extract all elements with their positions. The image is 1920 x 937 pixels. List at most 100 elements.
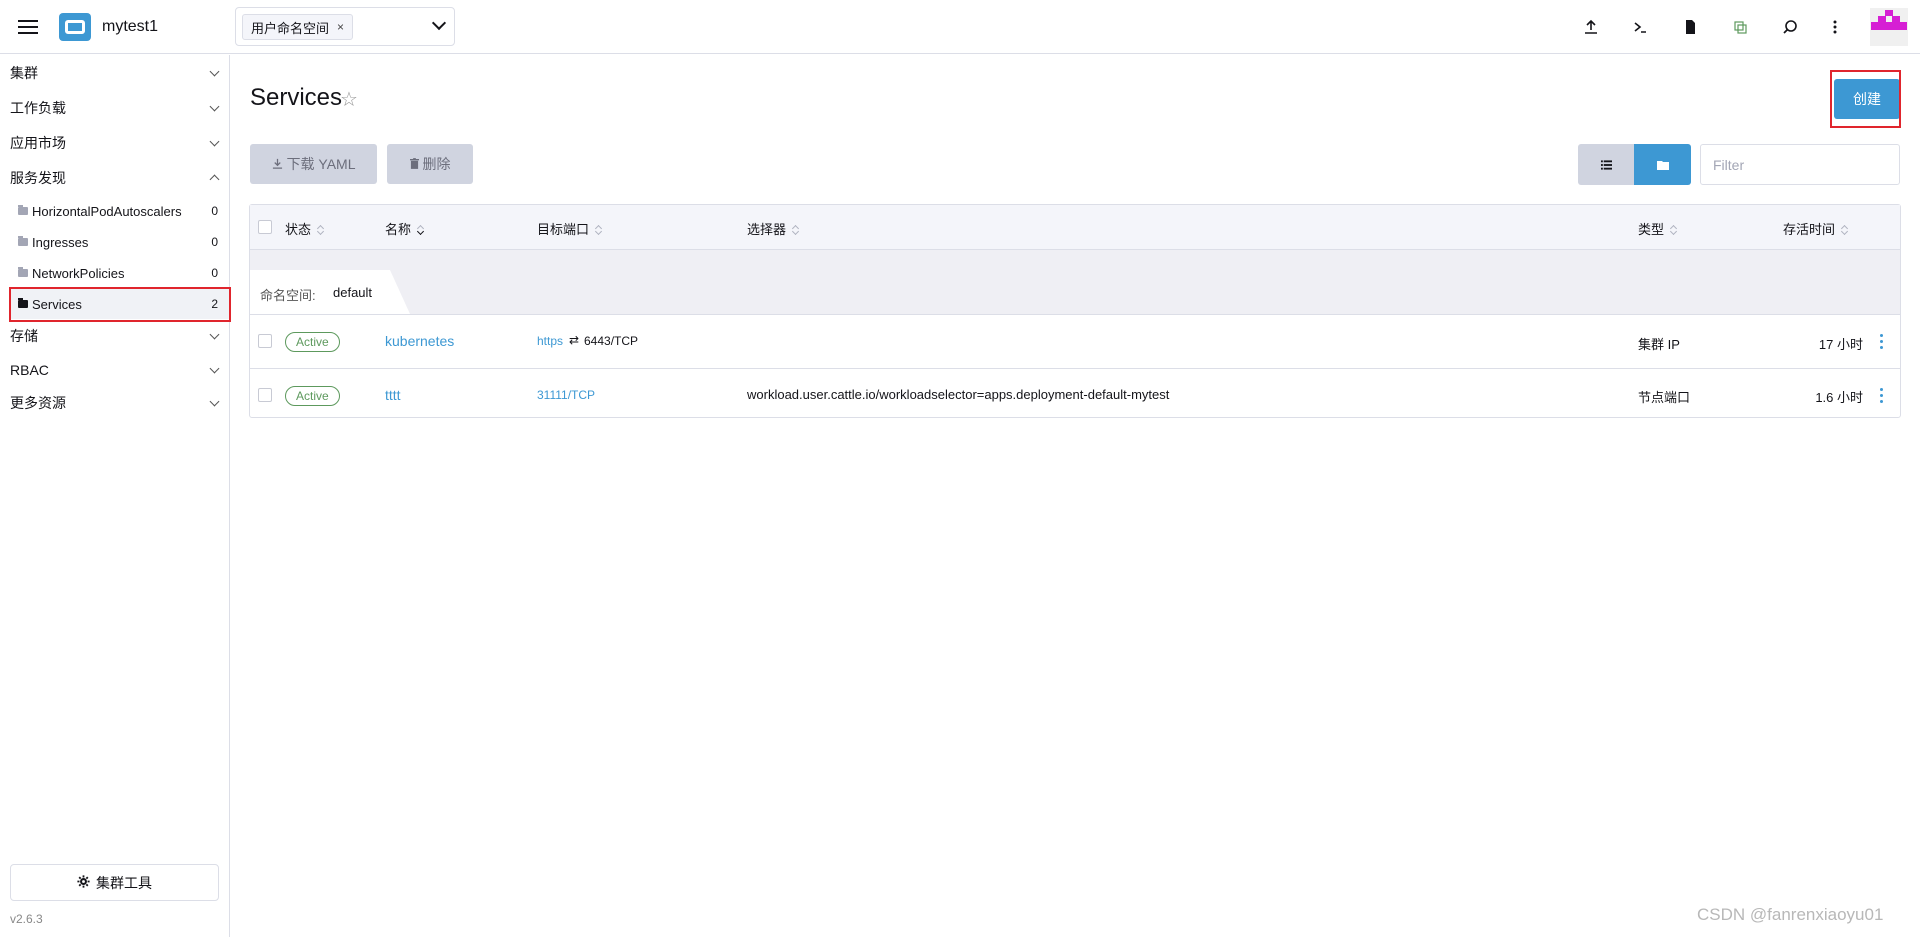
nav-group-label: 服务发现	[10, 170, 66, 186]
column-header-label: 状态	[285, 222, 312, 237]
nav-group-label: 工作负载	[10, 100, 66, 116]
sidebar-item-networkpolicies[interactable]: NetworkPolicies 0	[10, 258, 230, 288]
page-title: Services	[250, 84, 343, 111]
service-type: 集群 IP	[1638, 337, 1680, 352]
service-age: 17 小时	[1818, 337, 1863, 352]
selector-value: workload.user.cattle.io/workloadselector…	[747, 387, 1170, 402]
version-label: v2.6.3	[10, 912, 43, 926]
chevron-down-icon[interactable]	[431, 15, 447, 31]
trash-icon	[409, 156, 419, 172]
chevron-down-icon	[209, 136, 220, 147]
chevron-down-icon	[209, 329, 220, 340]
sidebar-item-label: Ingresses	[32, 234, 89, 250]
port-protocol-link[interactable]: 31111/TCP	[537, 388, 595, 402]
service-type: 节点端口	[1638, 390, 1691, 405]
search-icon[interactable]	[1778, 15, 1802, 39]
nav-group-label: 集群	[10, 65, 38, 81]
column-header-type[interactable]: 类型	[1638, 219, 1678, 238]
target-port-value: 6443/TCP	[584, 334, 639, 348]
more-vert-icon[interactable]	[1875, 385, 1887, 405]
avatar[interactable]	[1870, 8, 1908, 46]
watermark: CSDN @fanrenxiaoyu01	[1697, 905, 1884, 924]
sort-icon	[1840, 224, 1849, 235]
star-icon[interactable]: ☆	[340, 87, 358, 112]
more-vert-icon[interactable]	[1875, 331, 1887, 351]
delete-button[interactable]: 删除	[387, 144, 473, 184]
column-header-age[interactable]: 存活时间	[1783, 219, 1849, 238]
namespace-group-row: 命名空间: default	[250, 250, 1900, 314]
column-header-label: 选择器	[747, 222, 787, 237]
column-header-label: 类型	[1638, 222, 1665, 237]
cluster-tools-label: 集群工具	[96, 874, 152, 891]
cluster-tools-button[interactable]: 集群工具	[10, 864, 219, 901]
filter-input[interactable]	[1700, 144, 1900, 185]
nav-group-apps[interactable]: 应用市场	[0, 129, 230, 157]
close-icon[interactable]: ×	[337, 20, 344, 34]
nav-group-cluster[interactable]: 集群	[0, 59, 230, 87]
table-row[interactable]: Active tttt 31111/TCP workload.user.catt…	[250, 368, 1900, 418]
download-yaml-label: 下载 YAML	[286, 156, 356, 172]
column-header-target-port[interactable]: 目标端口	[537, 219, 603, 238]
namespace-select[interactable]: 用户命名空间 ×	[235, 7, 455, 46]
namespace-chip-label: 用户命名空间	[251, 20, 330, 36]
sort-icon	[416, 224, 425, 235]
nav-group-more-resources[interactable]: 更多资源	[0, 389, 230, 417]
nav-group-service-discovery[interactable]: 服务发现	[0, 164, 230, 192]
delete-label: 删除	[422, 156, 451, 172]
file-icon[interactable]	[1678, 15, 1702, 39]
chevron-down-icon	[209, 396, 220, 407]
upload-icon[interactable]	[1579, 15, 1603, 39]
nav-group-rbac[interactable]: RBAC	[0, 356, 230, 384]
nav-group-label: 更多资源	[10, 395, 66, 411]
nav-group-storage[interactable]: 存储	[0, 322, 230, 350]
table-header: 状态 名称 目标端口 选择器 类型 存活时间	[250, 205, 1900, 250]
service-name-link[interactable]: kubernetes	[385, 333, 454, 349]
more-vert-icon[interactable]	[1823, 15, 1847, 39]
column-header-label: 目标端口	[537, 222, 590, 237]
port-protocol-link[interactable]: https	[537, 334, 563, 348]
select-all-checkbox[interactable]	[258, 220, 272, 234]
column-header-selector[interactable]: 选择器	[747, 219, 800, 238]
download-yaml-button[interactable]: 下载 YAML	[250, 144, 377, 184]
sort-icon	[791, 224, 800, 235]
column-header-label: 存活时间	[1783, 222, 1836, 237]
sidebar-item-count: 0	[211, 235, 218, 249]
namespace-group-tab: 命名空间: default	[250, 270, 410, 314]
nav-group-label: RBAC	[10, 362, 49, 378]
table-row[interactable]: Active kubernetes https ⇄ 6443/TCP 集群 IP…	[250, 314, 1900, 368]
nav-group-workloads[interactable]: 工作负载	[0, 94, 230, 122]
copy-icon[interactable]	[1728, 15, 1752, 39]
sort-icon	[594, 224, 603, 235]
nav-group-label: 存储	[10, 328, 38, 344]
folder-icon	[18, 205, 28, 215]
menu-icon[interactable]	[14, 14, 42, 40]
column-header-name[interactable]: 名称	[385, 219, 425, 238]
service-name-link[interactable]: tttt	[385, 387, 401, 403]
folder-view-icon[interactable]	[1634, 144, 1691, 185]
sort-icon	[316, 224, 325, 235]
services-highlight-box	[9, 287, 231, 322]
sidebar-item-hpa[interactable]: HorizontalPodAutoscalers 0	[10, 196, 230, 226]
services-table: 状态 名称 目标端口 选择器 类型 存活时间 命名空间: default Act…	[249, 204, 1901, 418]
chevron-down-icon	[209, 101, 220, 112]
column-header-label: 名称	[385, 222, 412, 237]
list-view-icon[interactable]	[1578, 144, 1634, 185]
chevron-down-icon	[209, 363, 220, 374]
cluster-name: mytest1	[102, 18, 159, 35]
namespace-chip: 用户命名空间 ×	[242, 14, 354, 40]
column-header-state[interactable]: 状态	[285, 219, 325, 238]
cluster-logo-icon[interactable]	[59, 13, 91, 41]
chevron-down-icon	[209, 66, 220, 77]
sort-icon	[1669, 224, 1678, 235]
sidebar: 集群 工作负载 应用市场 服务发现 HorizontalPodAutoscale…	[0, 55, 230, 937]
chevron-up-icon	[209, 174, 220, 185]
row-checkbox[interactable]	[258, 388, 272, 402]
gear-icon	[77, 874, 90, 891]
terminal-icon[interactable]	[1628, 15, 1652, 39]
sidebar-item-ingresses[interactable]: Ingresses 0	[10, 227, 230, 257]
view-toggle	[1578, 144, 1691, 185]
port-arrow-icon: ⇄	[569, 333, 580, 347]
sidebar-item-label: NetworkPolicies	[32, 265, 125, 281]
namespace-group-value: default	[333, 285, 373, 300]
row-checkbox[interactable]	[258, 334, 272, 348]
